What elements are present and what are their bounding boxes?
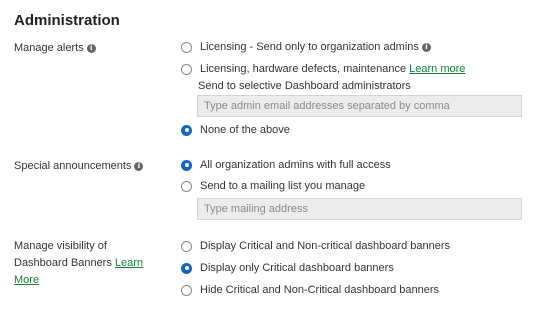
radio-licensing-only[interactable]: Licensing - Send only to organization ad… bbox=[181, 40, 431, 54]
admin-email-input[interactable] bbox=[197, 95, 522, 117]
radio-display-all-banners[interactable]: Display Critical and Non-critical dashbo… bbox=[181, 239, 450, 253]
radio-mailing-list[interactable]: Send to a mailing list you manage bbox=[181, 179, 365, 193]
radio-none-of-above[interactable]: None of the above bbox=[181, 123, 290, 137]
special-announcements-label-text: Special announcements bbox=[14, 160, 132, 172]
radio-icon[interactable] bbox=[181, 284, 192, 296]
radio-licensing-hardware-maintenance[interactable]: Licensing, hardware defects, maintenance… bbox=[181, 62, 465, 76]
manage-alerts-label-text: Manage alerts bbox=[14, 42, 84, 54]
radio-hide-all-banners[interactable]: Hide Critical and Non-Critical dashboard… bbox=[181, 283, 439, 297]
radio-licensing-only-label: Licensing - Send only to organization ad… bbox=[200, 41, 419, 53]
info-icon[interactable]: i bbox=[86, 43, 96, 53]
info-icon[interactable]: i bbox=[134, 161, 144, 171]
radio-checked-icon[interactable] bbox=[181, 262, 192, 274]
dashboard-banners-label: Manage visibility of Dashboard Banners L… bbox=[14, 238, 143, 289]
radio-icon[interactable] bbox=[181, 41, 192, 53]
radio-critical-only-label: Display only Critical dashboard banners bbox=[200, 262, 394, 274]
radio-checked-icon[interactable] bbox=[181, 159, 192, 171]
radio-checked-icon[interactable] bbox=[181, 124, 192, 136]
dashboard-banners-label-line1: Manage visibility of bbox=[14, 240, 107, 252]
radio-display-all-label: Display Critical and Non-critical dashbo… bbox=[200, 240, 451, 252]
radio-all-org-admins-label: All organization admins with full access bbox=[200, 159, 391, 171]
learn-more-link[interactable]: Learn bbox=[115, 257, 143, 269]
learn-more-link-continued[interactable]: More bbox=[14, 274, 39, 286]
radio-mailing-list-label: Send to a mailing list you manage bbox=[200, 180, 366, 192]
radio-none-label: None of the above bbox=[200, 124, 290, 136]
page-title: Administration bbox=[14, 12, 120, 29]
manage-alerts-label: Manage alerts i bbox=[14, 40, 96, 57]
radio-licensing-hardware-label: Licensing, hardware defects, maintenance bbox=[200, 63, 407, 75]
mailing-address-input[interactable] bbox=[197, 198, 522, 220]
radio-all-org-admins[interactable]: All organization admins with full access bbox=[181, 158, 391, 172]
dashboard-banners-label-line2: Dashboard Banners Learn bbox=[14, 257, 144, 269]
special-announcements-label: Special announcements i bbox=[14, 158, 144, 175]
selective-admins-label: Send to selective Dashboard administrato… bbox=[198, 80, 411, 92]
radio-critical-only-banners[interactable]: Display only Critical dashboard banners bbox=[181, 261, 394, 275]
info-icon[interactable]: i bbox=[421, 42, 431, 52]
radio-icon[interactable] bbox=[181, 240, 192, 252]
radio-icon[interactable] bbox=[181, 63, 192, 75]
radio-hide-all-label: Hide Critical and Non-Critical dashboard… bbox=[200, 284, 440, 296]
radio-icon[interactable] bbox=[181, 180, 192, 192]
learn-more-link[interactable]: Learn more bbox=[409, 63, 465, 75]
